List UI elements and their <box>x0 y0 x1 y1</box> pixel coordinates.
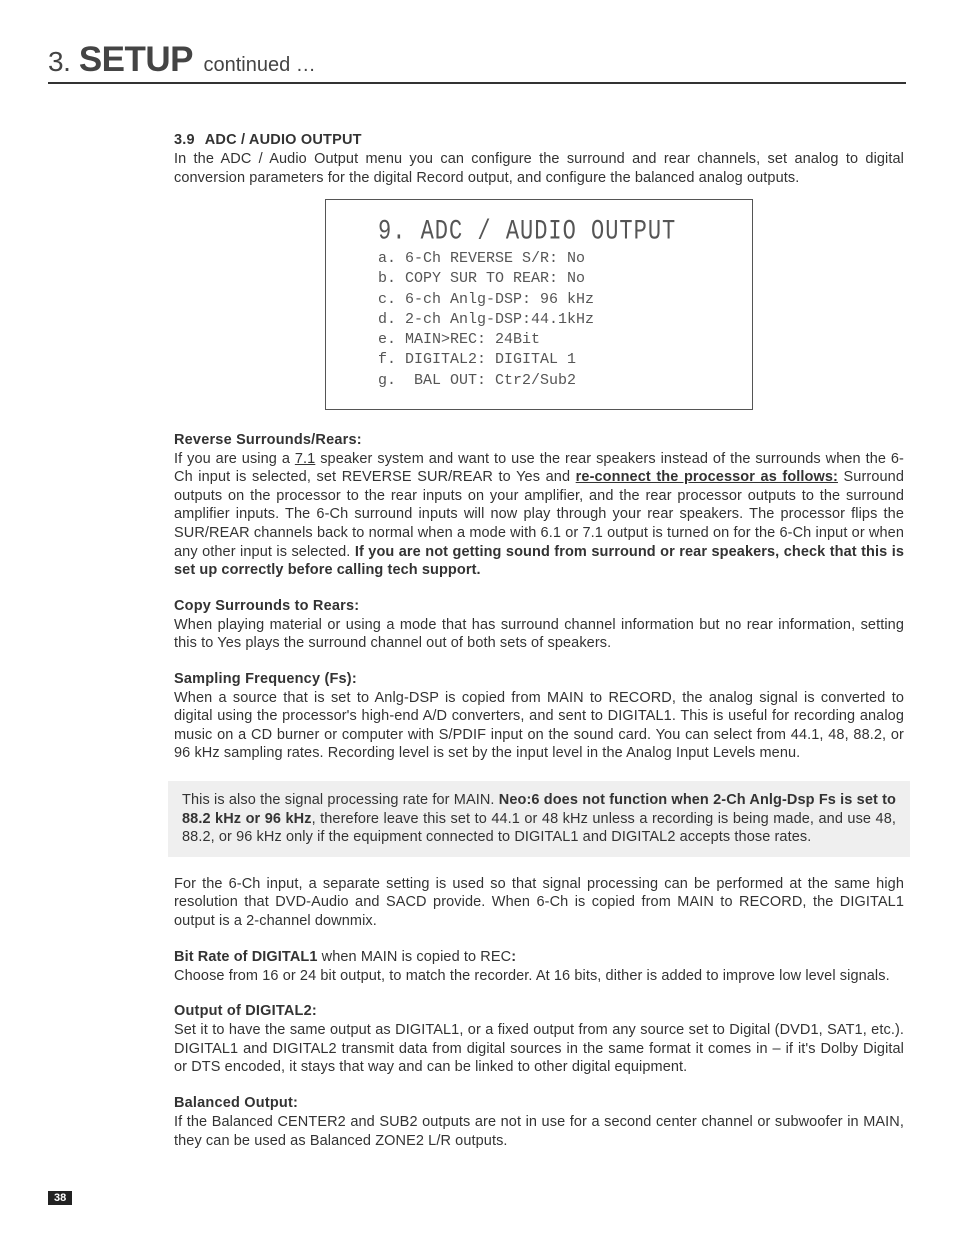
page-number: 38 <box>48 1191 72 1205</box>
section-intro: In the ADC / Audio Output menu you can c… <box>174 150 904 187</box>
subhead-reverse: Reverse Surrounds/Rears: <box>174 432 904 448</box>
subhead-fs: Sampling Frequency (Fs): <box>174 671 904 687</box>
note-box: This is also the signal processing rate … <box>168 781 910 857</box>
page: 3. SETUP continued … 3.9 ADC / AUDIO OUTP… <box>0 0 954 1235</box>
colon: : <box>511 949 516 965</box>
osd-line: f. DIGITAL2: DIGITAL 1 <box>378 350 724 370</box>
text-bold-underline: re-connect the processor as follows: <box>576 469 838 485</box>
osd-line: g. BAL OUT: Ctr2/Sub2 <box>378 371 724 391</box>
osd-line: d. 2-ch Anlg-DSP:44.1kHz <box>378 310 724 330</box>
osd-menu-box: 9. ADC / AUDIO OUTPUT a. 6-Ch REVERSE S/… <box>325 199 753 410</box>
subhead-balanced: Balanced Output: <box>174 1095 904 1111</box>
chapter-number: 3. <box>48 46 70 77</box>
text-underline: 7.1 <box>295 451 315 467</box>
para-fs: When a source that is set to Anlg-DSP is… <box>174 689 904 763</box>
para-bitrate: Bit Rate of DIGITAL1 when MAIN is copied… <box>174 948 904 985</box>
para-reverse: If you are using a 7.1 speaker system an… <box>174 450 904 580</box>
osd-line: e. MAIN>REC: 24Bit <box>378 330 724 350</box>
para-digital2: Set it to have the same output as DIGITA… <box>174 1021 904 1077</box>
chapter-continued: continued … <box>203 54 315 76</box>
text: Choose from 16 or 24 bit output, to matc… <box>174 968 890 984</box>
note-text: This is also the signal processing rate … <box>182 791 896 847</box>
subhead-bitrate: Bit Rate of DIGITAL1 <box>174 949 318 965</box>
text: This is also the signal processing rate … <box>182 792 499 808</box>
para-copy: When playing material or using a mode th… <box>174 616 904 653</box>
subhead-digital2: Output of DIGITAL2: <box>174 1003 904 1019</box>
osd-line: c. 6-ch Anlg-DSP: 96 kHz <box>378 290 724 310</box>
para-balanced: If the Balanced CENTER2 and SUB2 outputs… <box>174 1113 904 1150</box>
subhead-copy: Copy Surrounds to Rears: <box>174 598 904 614</box>
chapter-title: SETUP <box>79 40 193 79</box>
para-fs2: For the 6-Ch input, a separate setting i… <box>174 875 904 931</box>
section-heading: 3.9 ADC / AUDIO OUTPUT <box>174 132 904 148</box>
section-number: 3.9 <box>174 132 195 148</box>
chapter-header: 3. SETUP continued … <box>48 40 906 84</box>
page-content: 3.9 ADC / AUDIO OUTPUT In the ADC / Audio… <box>174 132 904 1150</box>
section-title: ADC / AUDIO OUTPUT <box>205 132 362 148</box>
osd-menu-title: 9. ADC / AUDIO OUTPUT <box>378 216 724 247</box>
osd-line: b. COPY SUR TO REAR: No <box>378 269 724 289</box>
text: when MAIN is copied to REC <box>318 949 512 965</box>
osd-line: a. 6-Ch REVERSE S/R: No <box>378 249 724 269</box>
text: If you are using a <box>174 451 295 467</box>
